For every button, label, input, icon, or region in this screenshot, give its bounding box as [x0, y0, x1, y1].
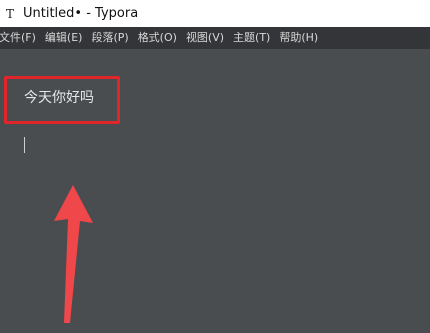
menu-theme[interactable]: 主题(T) — [233, 27, 270, 49]
annotation-arrow-icon — [54, 185, 93, 323]
text-caret — [24, 137, 25, 153]
menu-file[interactable]: 文件(F) — [0, 27, 36, 49]
menu-format[interactable]: 格式(O) — [138, 27, 177, 49]
typora-window: T Untitled• - Typora 文件(F) 编辑(E) 段落(P) 格… — [0, 0, 430, 333]
typora-app-icon: T — [5, 6, 14, 21]
arrow-shape — [54, 185, 93, 323]
menu-paragraph[interactable]: 段落(P) — [91, 27, 128, 49]
window-title: Untitled• - Typora — [23, 6, 139, 21]
menu-help[interactable]: 帮助(H) — [279, 27, 318, 49]
menu-view[interactable]: 视图(V) — [186, 27, 224, 49]
title-bar: T Untitled• - Typora — [0, 0, 430, 27]
editor-paragraph[interactable]: 今天你好吗 — [24, 87, 94, 107]
menu-edit[interactable]: 编辑(E) — [45, 27, 83, 49]
editor-area[interactable]: 今天你好吗 — [0, 49, 430, 333]
menu-bar: 文件(F) 编辑(E) 段落(P) 格式(O) 视图(V) 主题(T) 帮助(H… — [0, 27, 430, 49]
